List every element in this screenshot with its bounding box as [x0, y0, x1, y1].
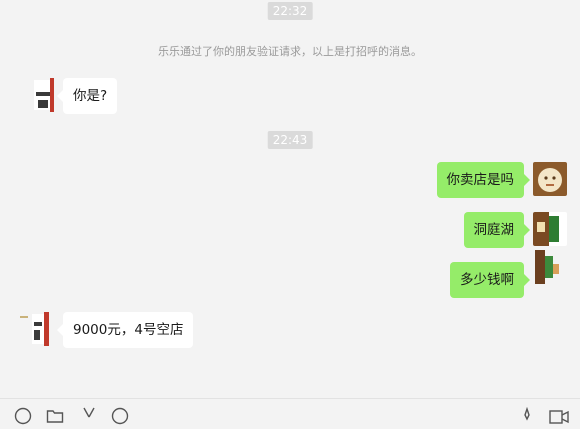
contact-avatar-image	[18, 312, 52, 346]
contact-avatar[interactable]	[24, 78, 58, 112]
my-avatar-image	[533, 162, 567, 196]
contact-avatar-image	[24, 78, 58, 112]
my-avatar-image	[533, 250, 567, 284]
message-bubble-outgoing[interactable]: 洞庭湖	[463, 212, 530, 248]
emoji-icon[interactable]	[14, 407, 32, 429]
folder-icon[interactable]	[46, 407, 64, 429]
chat-message-area[interactable]: 22:32 乐乐通过了你的朋友验证请求，以上是打招呼的消息。 你是? 22:43…	[0, 0, 580, 398]
my-avatar-image	[533, 212, 567, 246]
contact-avatar[interactable]	[18, 312, 52, 346]
message-bubble-incoming[interactable]: 你是?	[56, 78, 118, 114]
message-bubble-incoming[interactable]: 9000元，4号空店	[56, 312, 194, 348]
video-call-icon[interactable]	[549, 407, 569, 429]
message-bubble-outgoing[interactable]: 多少钱啊	[450, 262, 530, 298]
voice-call-icon[interactable]	[518, 406, 536, 429]
timestamp: 22:43	[267, 131, 313, 149]
chat-input-toolbar	[0, 398, 580, 425]
timestamp: 22:32	[267, 2, 313, 20]
my-avatar[interactable]	[533, 250, 567, 284]
system-notice: 乐乐通过了你的朋友验证请求，以上是打招呼的消息。	[158, 45, 422, 58]
my-avatar[interactable]	[533, 162, 567, 196]
message-bubble-outgoing[interactable]: 你卖店是吗	[436, 162, 530, 198]
scissors-icon[interactable]	[80, 407, 98, 429]
chat-history-icon[interactable]	[111, 407, 129, 429]
my-avatar[interactable]	[533, 212, 567, 246]
